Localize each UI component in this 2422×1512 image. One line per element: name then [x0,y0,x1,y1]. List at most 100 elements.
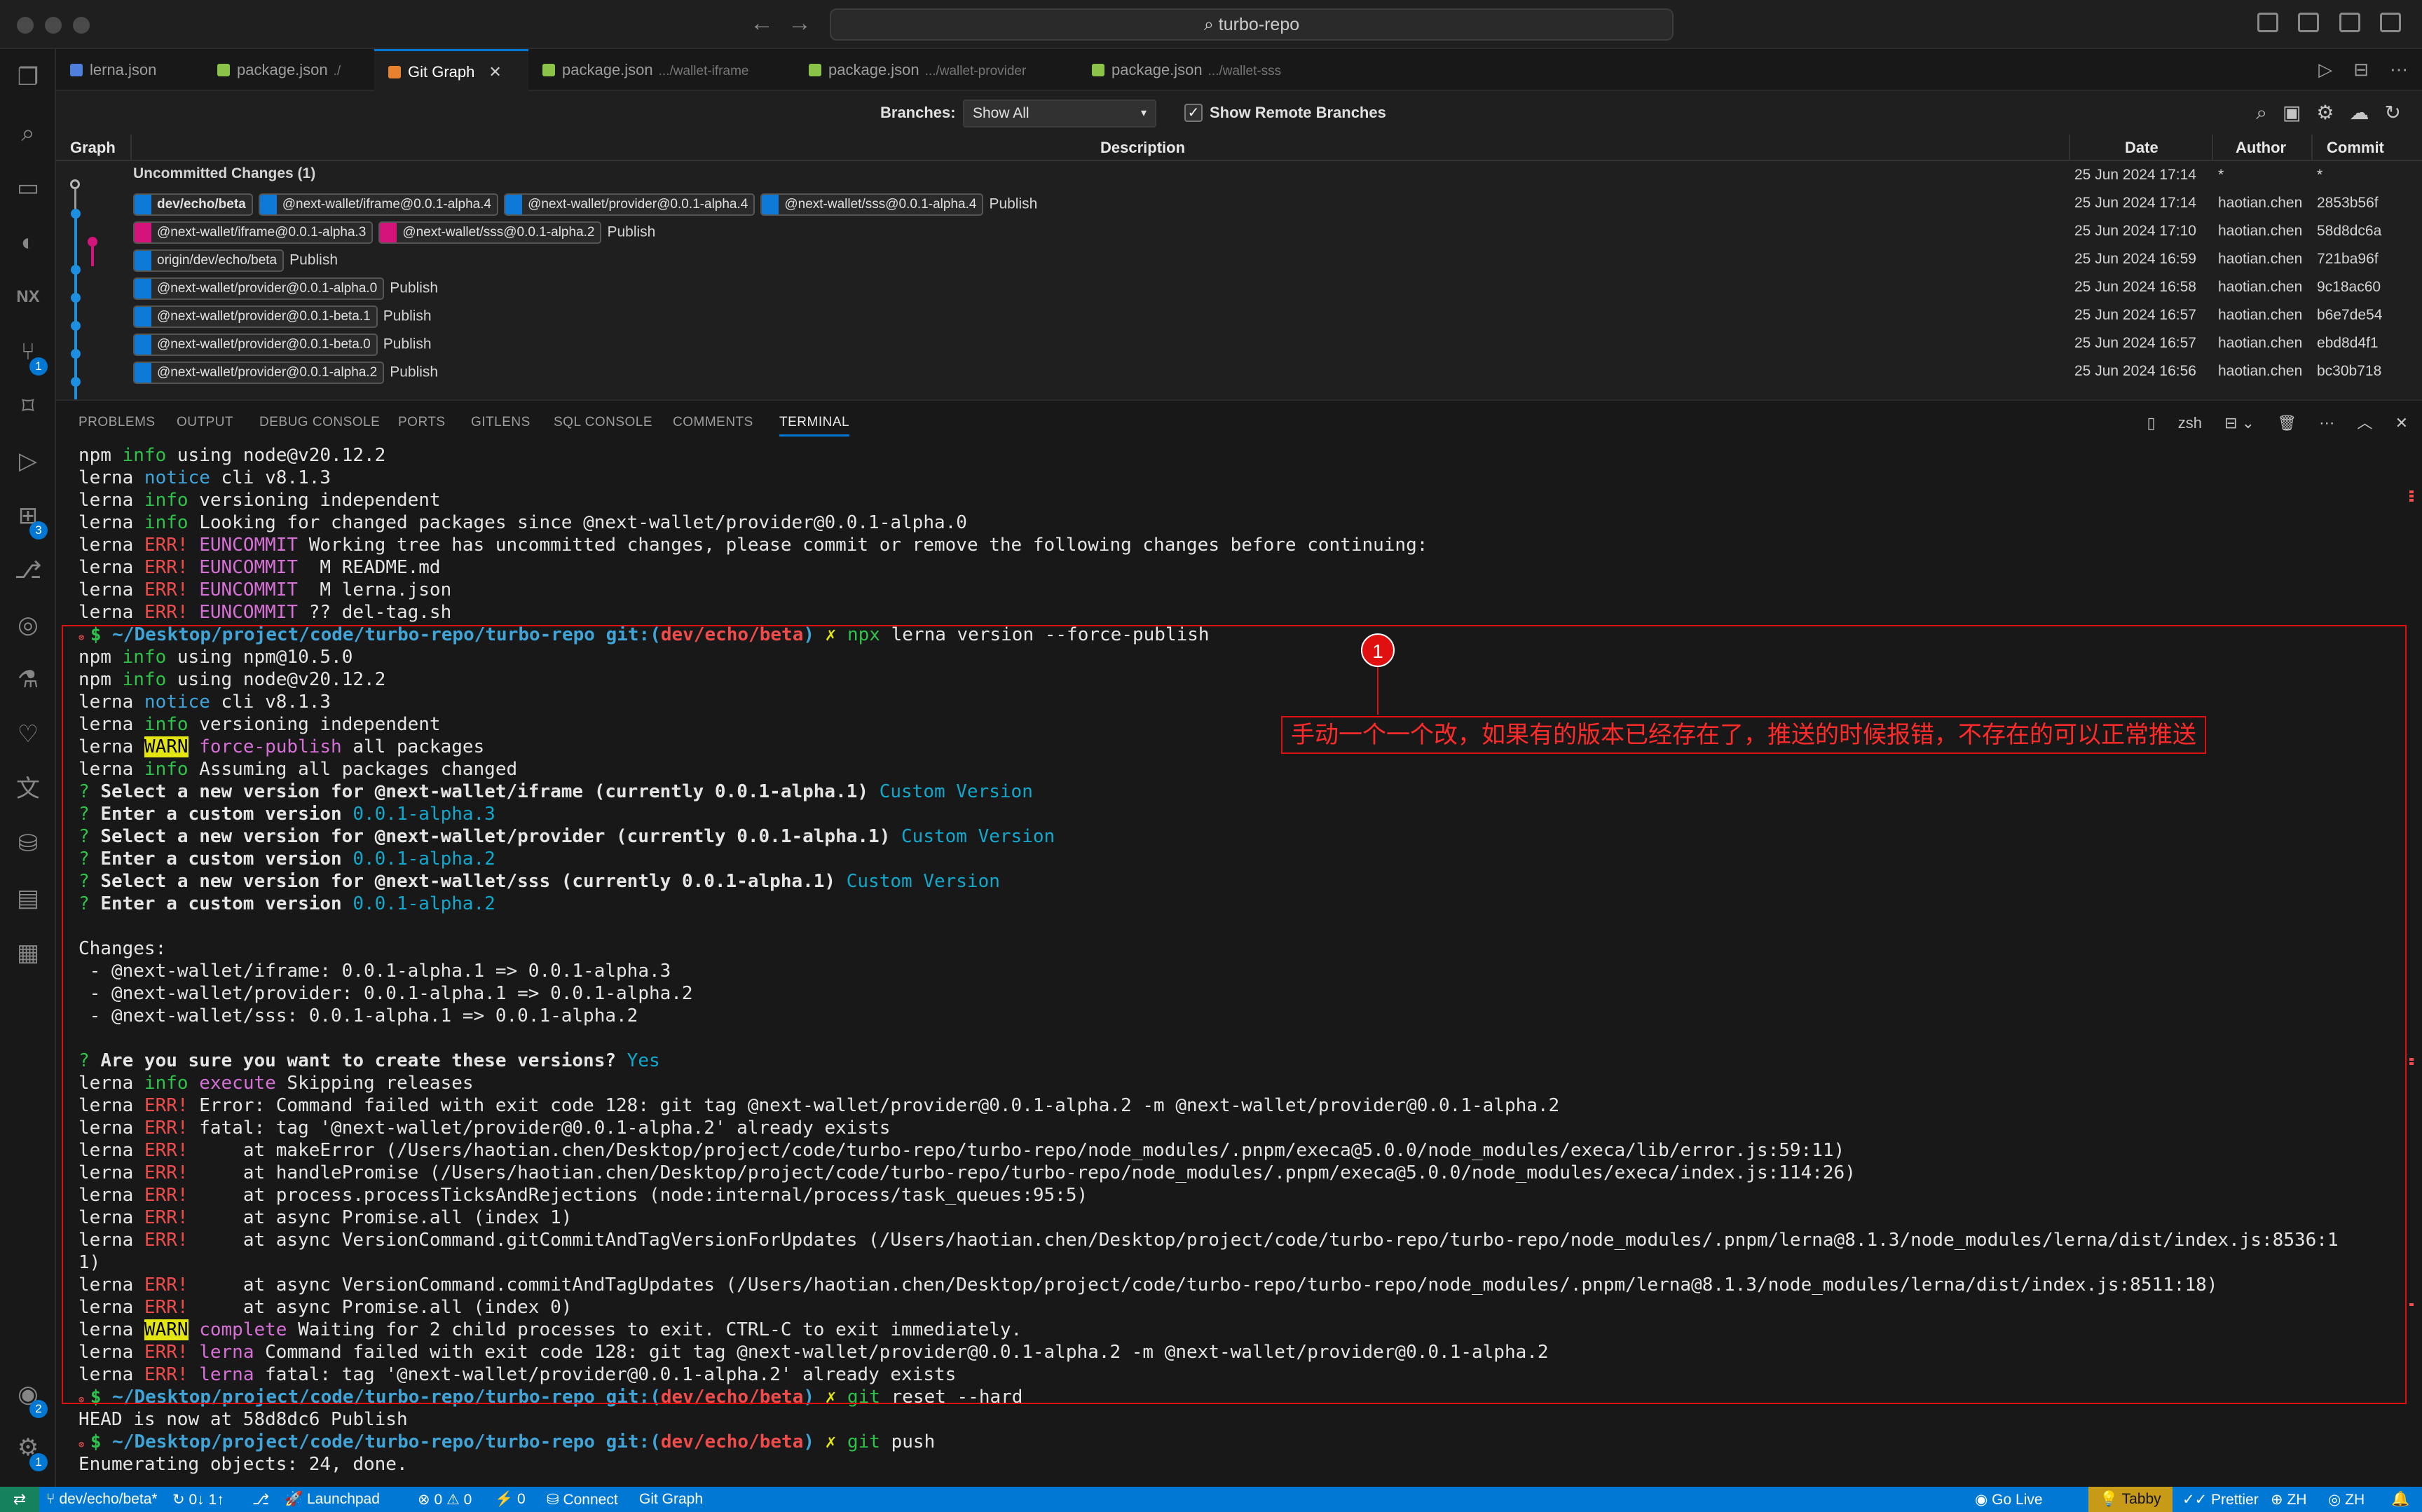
branch-label[interactable]: dev/echo/beta [133,193,253,216]
git-graph-status[interactable]: Git Graph [639,1491,703,1508]
terminal-shell-icon[interactable]: ▯ zsh [2147,414,2202,432]
find-icon[interactable]: ⌕ [2256,102,2267,123]
column-divider[interactable] [2212,135,2213,161]
column-author[interactable]: Author [2236,139,2286,157]
tab-package-json-wallet-iframe[interactable]: package.json .../wallet-iframe [528,49,795,91]
branches-dropdown[interactable]: Show All ▾ [963,99,1156,128]
command-center-search[interactable]: ⌕ turbo-repo [830,8,1674,41]
tag-label[interactable]: @next-wallet/sss@0.0.1-alpha.2 [378,221,602,244]
tag-label[interactable]: @next-wallet/sss@0.0.1-alpha.4 [760,193,984,216]
favorites-heart-icon[interactable]: ♡ [14,720,42,748]
tab-package-json-wallet-provider[interactable]: package.json .../wallet-provider [795,49,1078,91]
column-graph[interactable]: Graph [70,139,116,157]
explorer-icon[interactable]: ❐ [14,63,42,91]
terminal-icon[interactable]: ▣ [2283,102,2301,123]
trash-icon[interactable]: 🗑 [2277,414,2297,432]
remote-indicator-icon[interactable]: ⇄ [0,1487,39,1512]
input-language-status[interactable]: ◎ ZH [2328,1491,2365,1508]
maximize-panel-icon[interactable]: ︿ [2357,414,2372,432]
settings-gear-icon[interactable]: ⚙ [2316,102,2334,123]
split-terminal-icon[interactable]: ⊟ ⌄ [2224,414,2255,432]
panel-tab-terminal[interactable]: TERMINAL [779,415,850,437]
column-divider[interactable] [2069,135,2070,161]
branch-status[interactable]: ⑂ dev/echo/beta* [46,1491,158,1508]
column-divider[interactable] [130,135,132,161]
comments-icon[interactable]: ▤ [14,884,42,912]
graph-status-icon[interactable]: ⎇ [252,1491,269,1508]
chat-icon[interactable]: ▭ [14,174,42,202]
branch-label[interactable]: origin/dev/echo/beta [133,249,285,272]
search-icon[interactable]: ⌕ [14,119,42,147]
commit-row[interactable]: @next-wallet/provider@0.0.1-beta.1 Publis… [56,301,2422,329]
panel-tab-debug-console[interactable]: DEBUG CONSOLE [259,415,380,430]
tab-package-json-wallet-sss[interactable]: package.json .../wallet-sss [1078,49,1351,91]
sync-status[interactable]: ↻ 0↓ 1↑ [172,1491,224,1508]
tag-label[interactable]: @next-wallet/iframe@0.0.1-alpha.3 [133,221,374,244]
commit-row[interactable]: Uncommitted Changes (1) 25 Jun 2024 17:14… [56,161,2422,189]
terminal-scrollbar[interactable] [2409,448,2414,1471]
panel-tab-ports[interactable]: PORTS [398,415,446,430]
go-live-status[interactable]: ◉ Go Live [1975,1491,2043,1508]
close-icon[interactable]: ✕ [488,63,501,81]
customize-layout-icon[interactable] [2380,13,2401,32]
tabby-status[interactable]: 💡 Tabby [2088,1487,2173,1512]
panel-tab-problems[interactable]: PROBLEMS [78,415,156,430]
commit-row[interactable]: @next-wallet/provider@0.0.1-beta.0 Publis… [56,329,2422,357]
tag-label[interactable]: @next-wallet/provider@0.0.1-alpha.4 [504,193,755,216]
gitlens-icon[interactable]: ◐ [14,228,42,256]
close-panel-icon[interactable]: ✕ [2395,414,2408,432]
commit-row[interactable]: origin/dev/echo/beta Publish 25 Jun 2024 1… [56,245,2422,273]
notifications-bell-icon[interactable]: 🔔 [2391,1491,2409,1508]
tag-label[interactable]: @next-wallet/iframe@0.0.1-alpha.4 [258,193,499,216]
commit-author: haotian.chen [2218,363,2303,379]
zoom-window-button[interactable] [73,17,90,34]
column-date[interactable]: Date [2125,139,2158,157]
forward-arrow-icon[interactable]: → [788,10,812,37]
more-actions-icon[interactable]: ⋯ [2390,59,2408,80]
toggle-primary-sidebar-icon[interactable] [2257,13,2278,32]
column-commit[interactable]: Commit [2327,139,2384,157]
run-debug-icon[interactable]: ▷ [14,447,42,475]
git-graph-icon[interactable]: ⎇ [14,556,42,584]
close-window-button[interactable] [17,17,34,34]
commit-row[interactable]: @next-wallet/provider@0.0.1-alpha.2 Publi… [56,357,2422,385]
prettier-status[interactable]: ✓✓ Prettier [2182,1491,2259,1508]
nx-console-icon[interactable]: NX [14,283,42,311]
panel-tab-gitlens[interactable]: GITLENS [471,415,531,430]
translate-icon[interactable]: 文 [14,775,42,803]
tab-lerna-json[interactable]: lerna.json [56,49,203,91]
commit-row[interactable]: @next-wallet/iframe@0.0.1-alpha.3 @next-w… [56,217,2422,245]
commit-row[interactable]: @next-wallet/provider@0.0.1-alpha.0 Publi… [56,273,2422,301]
launchpad-status[interactable]: 🚀 Launchpad [285,1491,380,1508]
fetch-icon[interactable]: ☁ [2350,102,2369,123]
run-icon[interactable]: ▷ [2318,59,2332,80]
project-manager-icon[interactable]: ▦ [14,939,42,967]
split-editor-icon[interactable]: ⊟ [2353,59,2369,80]
minimize-window-button[interactable] [45,17,62,34]
connect-status[interactable]: ⛁ Connect [547,1491,618,1508]
tag-label[interactable]: @next-wallet/provider@0.0.1-alpha.0 [133,277,385,300]
column-description[interactable]: Description [1100,139,1185,157]
more-actions-icon[interactable]: ⋯ [2319,414,2334,432]
panel-tab-output[interactable]: OUTPUT [177,415,233,430]
tag-label[interactable]: @next-wallet/provider@0.0.1-beta.1 [133,305,378,328]
commit-row[interactable]: dev/echo/beta @next-wallet/iframe@0.0.1-a… [56,189,2422,217]
testing-icon[interactable]: ⚗ [14,666,42,694]
bookmark-icon[interactable]: ⌑ [14,392,42,420]
toggle-secondary-sidebar-icon[interactable] [2339,13,2360,32]
panel-tab-comments[interactable]: COMMENTS [673,415,753,430]
panel-tab-sql-console[interactable]: SQL CONSOLE [554,415,652,430]
tag-label[interactable]: @next-wallet/provider@0.0.1-beta.0 [133,334,378,356]
tab-git-graph[interactable]: Git Graph ✕ [374,49,528,91]
problems-status[interactable]: ⊗ 0 ⚠ 0 [418,1491,472,1508]
column-divider[interactable] [2311,135,2313,161]
ports-status[interactable]: ⚡ 0 [495,1491,526,1508]
back-arrow-icon[interactable]: ← [750,10,774,37]
show-remote-branches-checkbox[interactable]: ✓ [1184,104,1203,122]
toggle-panel-icon[interactable] [2298,13,2320,32]
refresh-icon[interactable]: ↻ [2385,102,2401,123]
remote-explorer-icon[interactable]: ◎ [14,611,42,639]
tag-label[interactable]: @next-wallet/provider@0.0.1-alpha.2 [133,362,385,384]
database-icon[interactable]: ⛁ [14,830,42,858]
language-status[interactable]: ⊕ ZH [2271,1491,2306,1508]
